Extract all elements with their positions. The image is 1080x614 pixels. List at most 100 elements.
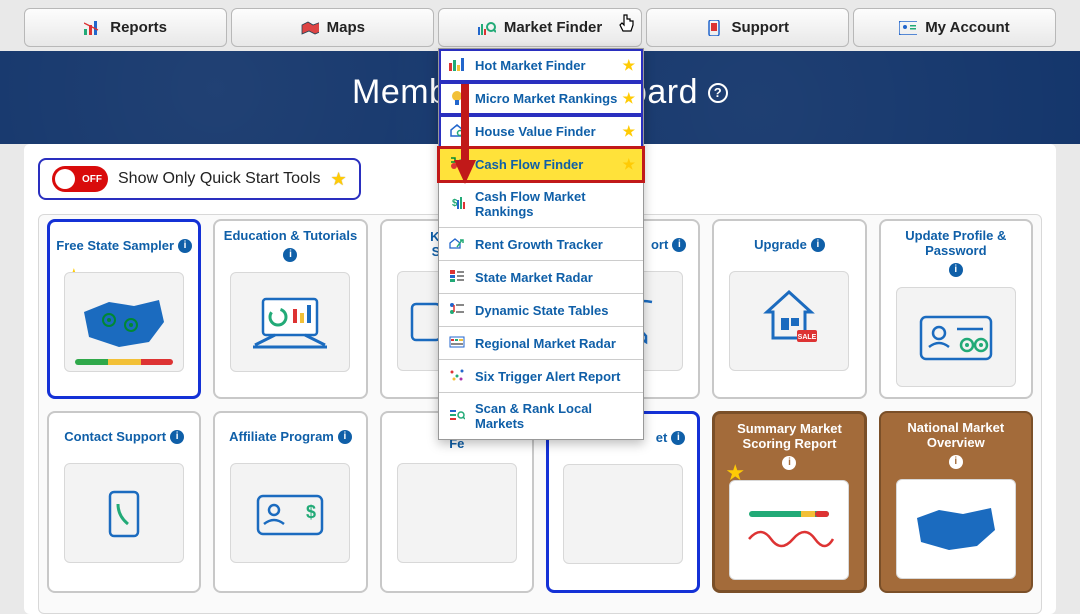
nav-label: Support: [731, 19, 789, 36]
card-illustration: [563, 464, 683, 564]
dd-micro-market-rankings[interactable]: Micro Market Rankings ★: [439, 82, 643, 115]
dd-regional-market-radar[interactable]: Regional Market Radar: [439, 327, 643, 360]
scan-rank-icon: [449, 408, 467, 424]
star-icon: ★: [330, 169, 346, 190]
quick-start-toggle[interactable]: OFF: [52, 166, 108, 192]
card-education-tutorials[interactable]: Education & Tutorials i: [213, 219, 367, 399]
card-illustration: [729, 480, 849, 580]
info-icon[interactable]: i: [672, 238, 686, 252]
page-title-left: Memb: [352, 73, 448, 112]
trophy-icon: [449, 90, 467, 106]
dd-label: Cash Flow Finder: [475, 157, 583, 172]
star-icon: ★: [622, 90, 635, 107]
card-title: Update Profile & Password: [887, 229, 1025, 259]
card-title: Contact Support: [64, 430, 166, 445]
card-title: et: [656, 431, 668, 446]
cash-flow-icon: [449, 156, 467, 172]
top-nav: Reports Maps Market Finder Support My Ac…: [0, 0, 1080, 51]
info-icon[interactable]: i: [949, 455, 963, 469]
info-icon[interactable]: i: [782, 456, 796, 470]
nav-maps[interactable]: Maps: [231, 8, 434, 47]
card-illustration: [896, 287, 1016, 387]
card-title: Education & Tutorials: [224, 229, 357, 244]
map-icon: [301, 20, 319, 36]
help-icon[interactable]: ?: [708, 83, 728, 103]
card-title: Affiliate Program: [229, 430, 334, 445]
nav-market-finder[interactable]: Market Finder: [438, 8, 641, 47]
dd-label: House Value Finder: [475, 124, 596, 139]
house-search-icon: [449, 123, 467, 139]
card-title: ort: [651, 238, 668, 253]
toggle-label: Show Only Quick Start Tools: [118, 170, 320, 188]
dollar-bars-icon: $: [449, 196, 467, 212]
card-national-overview[interactable]: National Market Overview i: [879, 411, 1033, 593]
card-illustration: $: [230, 463, 350, 563]
info-icon[interactable]: i: [338, 430, 352, 444]
info-icon[interactable]: i: [170, 430, 184, 444]
nav-reports[interactable]: Reports: [24, 8, 227, 47]
card-contact-support[interactable]: Contact Support i: [47, 411, 201, 593]
card-affiliate-program[interactable]: Affiliate Program i $: [213, 411, 367, 593]
card-illustration: [64, 272, 184, 372]
dd-cash-flow-finder[interactable]: Cash Flow Finder ★: [439, 148, 643, 181]
star-icon: ★: [622, 123, 635, 140]
info-icon[interactable]: i: [811, 238, 825, 252]
state-radar-icon: [449, 269, 467, 285]
card-summary-scoring[interactable]: Summary Market Scoring Report i ★: [712, 411, 866, 593]
card-title: Summary Market Scoring Report: [721, 422, 857, 452]
dd-label: Rent Growth Tracker: [475, 237, 603, 252]
phone-icon: [705, 20, 723, 36]
dd-state-market-radar[interactable]: State Market Radar: [439, 261, 643, 294]
card-illustration: [397, 463, 517, 563]
market-finder-dropdown: Hot Market Finder ★ Micro Market Ranking…: [438, 48, 644, 440]
nav-label: Reports: [110, 19, 167, 36]
info-icon[interactable]: i: [283, 248, 297, 262]
svg-text:SALE: SALE: [798, 334, 817, 341]
dd-label: State Market Radar: [475, 270, 593, 285]
dd-label: Micro Market Rankings: [475, 91, 617, 106]
card-free-state-sampler[interactable]: Free State Sampler i ★: [47, 219, 201, 399]
dd-cash-flow-rankings[interactable]: $ Cash Flow Market Rankings: [439, 181, 643, 228]
magnify-bars-icon: [478, 20, 496, 36]
table-icon: [449, 302, 467, 318]
nav-support[interactable]: Support: [646, 8, 849, 47]
star-icon: ★: [622, 156, 635, 173]
card-title: Upgrade: [754, 238, 807, 253]
dd-house-value-finder[interactable]: House Value Finder ★: [439, 115, 643, 148]
alert-chart-icon: [449, 368, 467, 384]
info-icon[interactable]: i: [671, 431, 685, 445]
card-upgrade[interactable]: Upgrade i SALE: [712, 219, 866, 399]
nav-label: Market Finder: [504, 19, 602, 36]
dd-label: Regional Market Radar: [475, 336, 616, 351]
dd-dynamic-state-tables[interactable]: Dynamic State Tables: [439, 294, 643, 327]
card-illustration: [64, 463, 184, 563]
info-icon[interactable]: i: [178, 239, 192, 253]
toggle-state-text: OFF: [82, 174, 102, 185]
dd-scan-rank-local[interactable]: Scan & Rank Local Markets: [439, 393, 643, 439]
star-icon: ★: [622, 57, 635, 74]
regional-radar-icon: [449, 335, 467, 351]
nav-label: My Account: [925, 19, 1009, 36]
card-title: National Market Overview: [887, 421, 1025, 451]
card-illustration: SALE: [729, 271, 849, 371]
card-illustration: [230, 272, 350, 372]
dd-label: Cash Flow Market Rankings: [475, 189, 633, 219]
dd-label: Six Trigger Alert Report: [475, 369, 620, 384]
dd-label: Dynamic State Tables: [475, 303, 608, 318]
card-title: Free State Sampler: [56, 239, 174, 254]
id-card-icon: [899, 20, 917, 36]
dd-label: Hot Market Finder: [475, 58, 586, 73]
nav-my-account[interactable]: My Account: [853, 8, 1056, 47]
info-icon[interactable]: i: [949, 263, 963, 277]
card-update-profile[interactable]: Update Profile & Password i: [879, 219, 1033, 399]
dd-rent-growth-tracker[interactable]: Rent Growth Tracker: [439, 228, 643, 261]
dd-hot-market-finder[interactable]: Hot Market Finder ★: [439, 49, 643, 82]
quick-start-toggle-bar: OFF Show Only Quick Start Tools ★: [38, 158, 361, 200]
rent-growth-icon: [449, 236, 467, 252]
dd-six-trigger-alert[interactable]: Six Trigger Alert Report: [439, 360, 643, 393]
dd-label: Scan & Rank Local Markets: [475, 401, 633, 431]
bar-chart-icon: [84, 20, 102, 36]
flame-icon: [449, 57, 467, 73]
card-illustration: [896, 479, 1016, 579]
nav-label: Maps: [327, 19, 365, 36]
